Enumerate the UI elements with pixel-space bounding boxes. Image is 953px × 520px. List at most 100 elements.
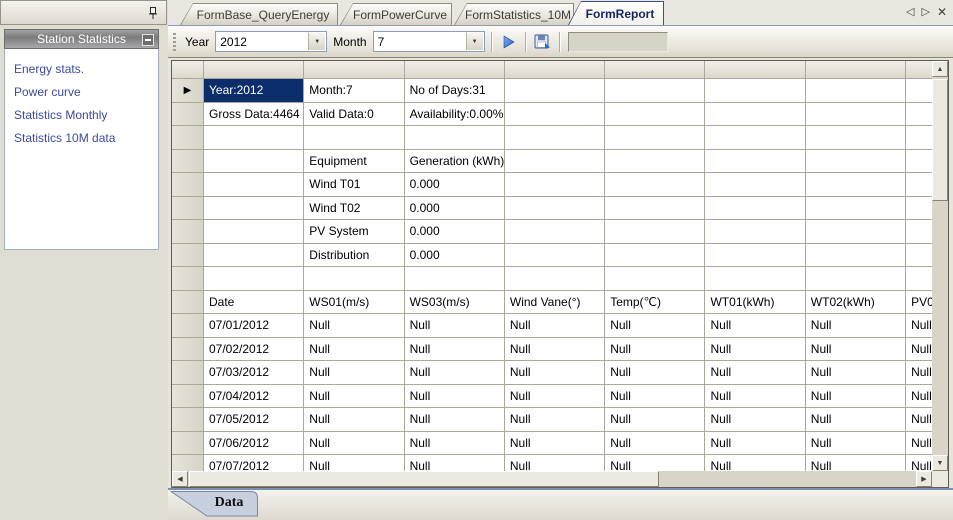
grid-cell[interactable]: PV01(kWh): [906, 291, 932, 315]
grid-cell[interactable]: Null: [806, 385, 906, 409]
grid-cell[interactable]: Null: [304, 361, 404, 385]
row-header[interactable]: [172, 197, 204, 221]
grid-cell[interactable]: WT02(kWh): [806, 291, 906, 315]
grid-cell[interactable]: [505, 244, 605, 268]
grid-cell[interactable]: Null: [705, 408, 805, 432]
grid-cell[interactable]: 07/01/2012: [204, 314, 304, 338]
grid-cell[interactable]: Null: [505, 408, 605, 432]
grid-column-header[interactable]: [405, 61, 505, 79]
grid-cell[interactable]: [605, 244, 705, 268]
close-tab-button[interactable]: ✕: [937, 6, 947, 18]
grid-cell[interactable]: [505, 267, 605, 291]
grid-cell[interactable]: [806, 267, 906, 291]
row-header[interactable]: [172, 126, 204, 150]
grid-cell[interactable]: Null: [405, 432, 505, 456]
year-combobox[interactable]: 2012 ▼: [215, 31, 327, 52]
row-header[interactable]: [172, 314, 204, 338]
grid-cell[interactable]: [906, 173, 932, 197]
scroll-up-button[interactable]: ▲: [932, 61, 948, 77]
grid-cell[interactable]: PV System: [304, 220, 404, 244]
grid-cell[interactable]: [906, 103, 932, 127]
save-button[interactable]: [531, 31, 555, 53]
grid-cell[interactable]: [906, 126, 932, 150]
toolbar-textbox[interactable]: [568, 32, 668, 52]
scroll-left-button[interactable]: ◀: [172, 471, 188, 487]
grid-cell[interactable]: Null: [304, 408, 404, 432]
tab-formstatistics-10m[interactable]: FormStatistics_10M: [454, 3, 574, 25]
grid-cell[interactable]: 0.000: [405, 197, 505, 221]
grid-cell[interactable]: [806, 244, 906, 268]
grid-cell[interactable]: 07/05/2012: [204, 408, 304, 432]
grid-cell[interactable]: [705, 173, 805, 197]
grid-cell[interactable]: [705, 150, 805, 174]
grid-corner-header[interactable]: [172, 61, 204, 79]
grid-cell[interactable]: Equipment: [304, 150, 404, 174]
row-header[interactable]: [172, 267, 204, 291]
tab-formreport[interactable]: FormReport: [568, 1, 664, 25]
grid-cell[interactable]: Null: [405, 385, 505, 409]
grid-cell[interactable]: Null: [505, 432, 605, 456]
tab-formpowercurve[interactable]: FormPowerCurve: [340, 3, 452, 25]
grid-cell[interactable]: Null: [806, 408, 906, 432]
grid-cell[interactable]: Null: [304, 455, 404, 471]
grid-cell[interactable]: Gross Data:4464: [204, 103, 304, 127]
run-query-button[interactable]: [497, 31, 521, 53]
grid-cell[interactable]: Null: [906, 338, 932, 362]
row-header[interactable]: [172, 173, 204, 197]
grid-column-header[interactable]: [806, 61, 906, 79]
grid-cell[interactable]: 07/02/2012: [204, 338, 304, 362]
grid-cell[interactable]: [705, 103, 805, 127]
grid-cell[interactable]: [605, 267, 705, 291]
grid-cell[interactable]: [906, 150, 932, 174]
grid-cell[interactable]: [906, 220, 932, 244]
grid-cell[interactable]: [505, 220, 605, 244]
grid-cell[interactable]: [705, 244, 805, 268]
grid-cell[interactable]: [605, 220, 705, 244]
grid-cell[interactable]: 07/04/2012: [204, 385, 304, 409]
collapse-button[interactable]: [142, 34, 154, 46]
grid-cell[interactable]: [605, 173, 705, 197]
scroll-right-button[interactable]: ▶: [916, 471, 932, 487]
current-row-indicator[interactable]: ▶: [172, 79, 204, 103]
grid-cell[interactable]: Date: [204, 291, 304, 315]
grid-cell[interactable]: Null: [304, 338, 404, 362]
row-header[interactable]: [172, 220, 204, 244]
grid-cell[interactable]: Null: [505, 361, 605, 385]
grid-cell[interactable]: [605, 126, 705, 150]
grid-cell[interactable]: 07/07/2012: [204, 455, 304, 471]
grid-cell[interactable]: Null: [605, 361, 705, 385]
grid-cell[interactable]: Generation (kWh): [405, 150, 505, 174]
row-header[interactable]: [172, 338, 204, 362]
grid-cell[interactable]: Null: [304, 385, 404, 409]
grid-cell[interactable]: Null: [405, 338, 505, 362]
grid-cell[interactable]: [705, 220, 805, 244]
grid-cell[interactable]: 07/06/2012: [204, 432, 304, 456]
grid-cell[interactable]: Null: [906, 361, 932, 385]
grid-cell[interactable]: [204, 126, 304, 150]
grid-column-header[interactable]: [906, 61, 932, 79]
grid-cell[interactable]: Null: [405, 361, 505, 385]
grid-cell[interactable]: [806, 220, 906, 244]
grid-cell[interactable]: Null: [806, 361, 906, 385]
month-combobox[interactable]: 7 ▼: [373, 31, 485, 52]
grid-cell[interactable]: [605, 197, 705, 221]
grid-cell[interactable]: [505, 197, 605, 221]
grid-cell[interactable]: Null: [806, 338, 906, 362]
row-header[interactable]: [172, 291, 204, 315]
grid-cell[interactable]: Null: [605, 455, 705, 471]
grid-cell[interactable]: [705, 79, 805, 103]
grid-cell[interactable]: [304, 267, 404, 291]
sidebar-item-power-curve[interactable]: Power curve: [5, 81, 158, 104]
grid-cell[interactable]: WS01(m/s): [304, 291, 404, 315]
grid-cell[interactable]: Distribution: [304, 244, 404, 268]
grid-cell[interactable]: Year:2012: [204, 79, 304, 103]
grid-cell[interactable]: Null: [304, 432, 404, 456]
grid-cell[interactable]: [304, 126, 404, 150]
grid-cell[interactable]: Wind T01: [304, 173, 404, 197]
grid-cell[interactable]: [806, 150, 906, 174]
grid-cell[interactable]: WT01(kWh): [705, 291, 805, 315]
grid-cell[interactable]: [605, 103, 705, 127]
grid-cell[interactable]: Null: [806, 432, 906, 456]
tab-formbase-queryenergy[interactable]: FormBase_QueryEnergy: [180, 3, 338, 25]
grid-cell[interactable]: Valid Data:0: [304, 103, 404, 127]
